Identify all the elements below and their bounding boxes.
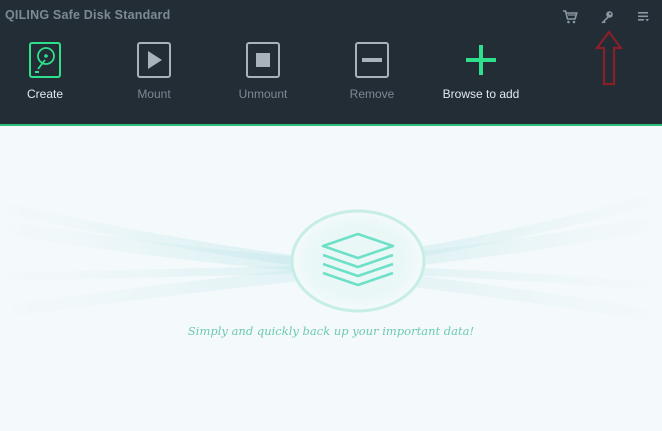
stacked-layers-logo: [290, 209, 426, 313]
play-icon: [134, 40, 174, 80]
minus-icon: [352, 40, 392, 80]
browse-to-add-label: Browse to add: [442, 87, 520, 101]
unmount-button[interactable]: Unmount: [213, 40, 313, 106]
key-icon[interactable]: [598, 8, 615, 25]
menu-icon[interactable]: [635, 8, 652, 25]
unmount-label: Unmount: [238, 87, 288, 101]
mount-button[interactable]: Mount: [104, 40, 204, 106]
stop-icon: [243, 40, 283, 80]
app-title: QILING Safe Disk Standard: [5, 8, 171, 22]
cart-icon[interactable]: [561, 8, 578, 25]
mount-label: Mount: [137, 87, 171, 101]
remove-button[interactable]: Remove: [322, 40, 422, 106]
header-bar: QILING Safe Disk Standard Create Mount U…: [0, 0, 662, 126]
tagline-text: Simply and quickly back up your importan…: [187, 324, 475, 338]
remove-label: Remove: [349, 87, 395, 101]
main-content-area: Simply and quickly back up your importan…: [0, 127, 662, 431]
create-button[interactable]: Create: [0, 40, 95, 106]
main-toolbar: Create Mount Unmount Remove Browse to ad…: [0, 40, 662, 110]
create-label: Create: [26, 87, 64, 101]
plus-icon: [461, 40, 501, 80]
browse-to-add-button[interactable]: Browse to add: [431, 40, 531, 106]
disk-create-icon: [25, 40, 65, 80]
app-window: QILING Safe Disk Standard Create Mount U…: [0, 0, 662, 431]
title-bar-icons: [561, 8, 652, 25]
